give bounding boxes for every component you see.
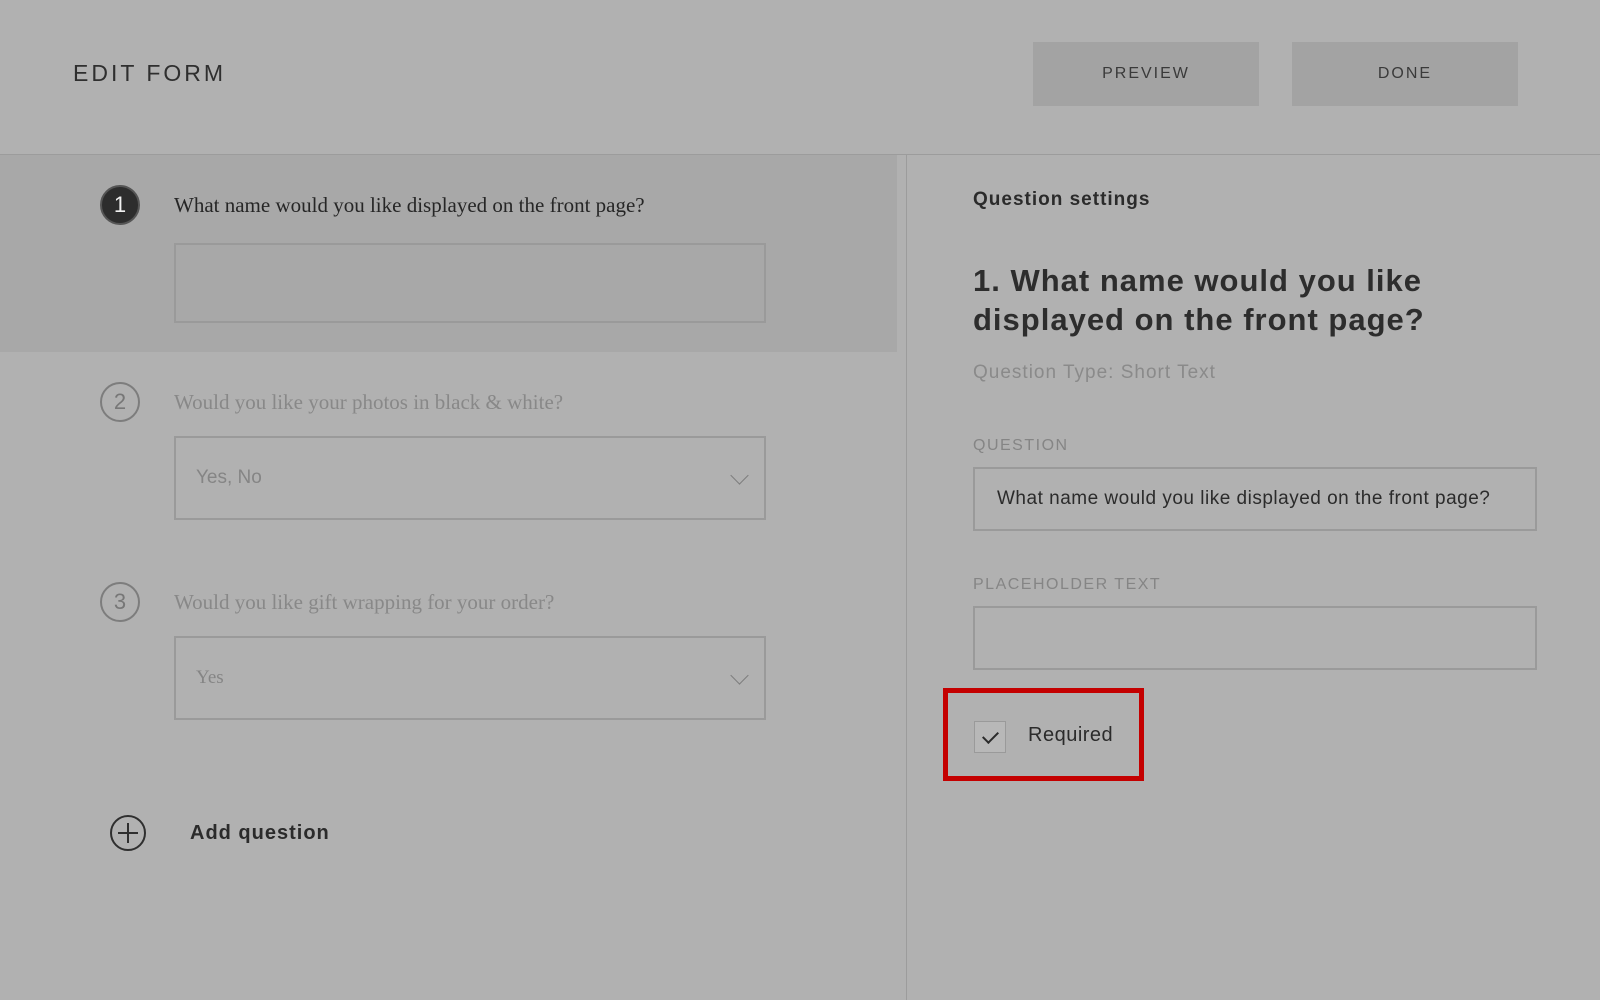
- question-settings-panel: Question settings 1. What name would you…: [907, 155, 1600, 1000]
- chevron-down-icon: [730, 666, 749, 685]
- question-number-badge: 1: [100, 185, 140, 225]
- dropdown-value: Yes: [196, 667, 224, 688]
- question-item-3[interactable]: 3 Would you like gift wrapping for your …: [0, 552, 897, 752]
- add-question-button[interactable]: Add question: [110, 815, 330, 851]
- placeholder-field-label: PLACEHOLDER TEXT: [973, 576, 1162, 593]
- preview-button[interactable]: PREVIEW: [1033, 42, 1259, 106]
- done-button[interactable]: DONE: [1292, 42, 1518, 106]
- question-number-badge: 2: [100, 382, 140, 422]
- dropdown-value: Yes, No: [196, 467, 262, 488]
- short-text-field[interactable]: [174, 243, 766, 323]
- plus-circle-icon: [110, 815, 146, 851]
- dropdown-select[interactable]: Yes, No: [174, 436, 766, 520]
- questions-list: 1 What name would you like displayed on …: [0, 155, 907, 1000]
- question-type-label: Question Type: Short Text: [973, 362, 1216, 383]
- page-title: EDIT FORM: [73, 60, 227, 86]
- question-item-1[interactable]: 1 What name would you like displayed on …: [0, 155, 897, 352]
- question-input-value: What name would you like displayed on th…: [997, 488, 1491, 509]
- required-highlight: Required: [943, 688, 1144, 781]
- chevron-down-icon: [730, 466, 749, 485]
- question-text: What name would you like displayed on th…: [174, 193, 645, 217]
- question-field-label: QUESTION: [973, 437, 1069, 454]
- question-text: Would you like gift wrapping for your or…: [174, 590, 555, 614]
- question-input[interactable]: What name would you like displayed on th…: [973, 467, 1537, 531]
- question-number-badge: 3: [100, 582, 140, 622]
- question-text: Would you like your photos in black & wh…: [174, 390, 564, 414]
- placeholder-input[interactable]: [973, 606, 1537, 670]
- settings-title: Question settings: [973, 189, 1151, 210]
- dropdown-select[interactable]: Yes: [174, 636, 766, 720]
- question-item-2[interactable]: 2 Would you like your photos in black & …: [0, 352, 897, 552]
- settings-heading: 1. What name would you like displayed on…: [973, 263, 1425, 337]
- add-question-label: Add question: [190, 821, 330, 844]
- required-checkbox[interactable]: [974, 721, 1006, 753]
- required-label[interactable]: Required: [1028, 724, 1113, 747]
- top-bar: EDIT FORM PREVIEW DONE: [0, 0, 1600, 155]
